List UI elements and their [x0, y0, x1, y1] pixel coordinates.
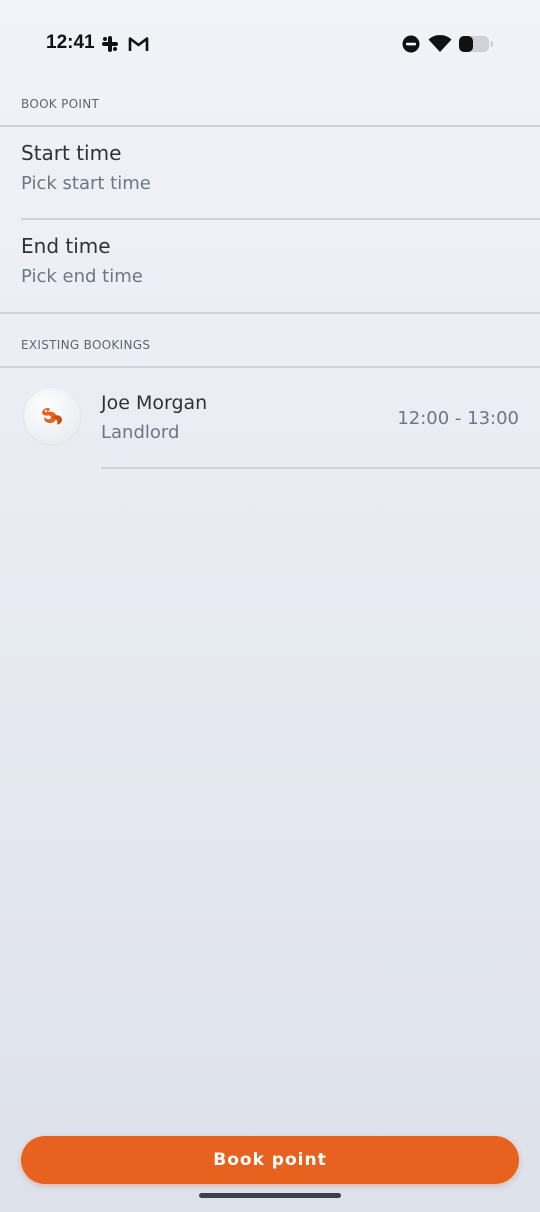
booking-name: Joe Morgan [101, 392, 208, 414]
start-time-field[interactable]: Start time Pick start time [0, 127, 540, 219]
divider [101, 467, 540, 469]
booking-list-item[interactable]: Joe Morgan Landlord 12:00 - 13:00 [0, 368, 540, 468]
battery-icon [458, 35, 494, 57]
book-point-header: BOOK POINT [21, 97, 100, 111]
booking-role: Landlord [101, 422, 180, 443]
status-bar: 12:41 [0, 0, 540, 88]
slack-icon [101, 35, 119, 57]
wifi-icon [428, 34, 452, 57]
end-time-placeholder: Pick end time [21, 266, 143, 287]
status-time: 12:41 [46, 32, 95, 53]
start-time-label: Start time [21, 141, 122, 165]
end-time-label: End time [21, 234, 111, 258]
gmail-icon [128, 36, 149, 56]
existing-bookings-header: EXISTING BOOKINGS [21, 338, 151, 352]
book-point-button[interactable]: Book point [21, 1136, 519, 1184]
avatar [24, 388, 80, 444]
booking-time-range: 12:00 - 13:00 [397, 408, 519, 429]
dnd-icon [402, 35, 420, 57]
home-indicator [199, 1193, 341, 1198]
end-time-field[interactable]: End time Pick end time [0, 220, 540, 312]
start-time-placeholder: Pick start time [21, 173, 151, 194]
divider [0, 312, 540, 314]
